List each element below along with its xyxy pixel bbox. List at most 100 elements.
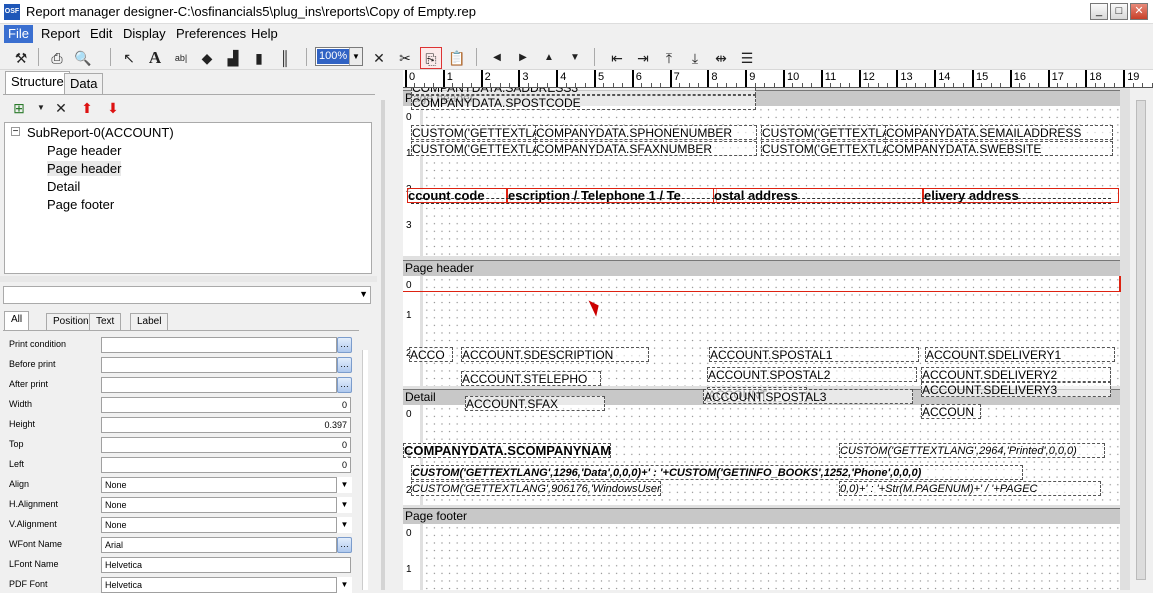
- report-field[interactable]: COMPANYDATA.SEMAILADDRESS: [885, 125, 1113, 140]
- move-down-icon[interactable]: ▼: [564, 47, 586, 69]
- separator-line[interactable]: [411, 198, 1111, 199]
- delete-section-icon[interactable]: ✕: [50, 97, 72, 119]
- report-field[interactable]: CUSTOM('GETTEXTLA: [411, 141, 536, 156]
- report-field[interactable]: ostal address: [713, 188, 923, 203]
- shape-tool-icon[interactable]: ◆: [196, 47, 218, 69]
- report-field[interactable]: ACCOUNT.SPOSTAL1: [709, 347, 919, 362]
- ellipsis-button[interactable]: …: [337, 377, 352, 393]
- move-up-icon[interactable]: ▲: [538, 47, 560, 69]
- designer-splitter[interactable]: [377, 70, 403, 590]
- report-field[interactable]: COMPANYDATA.SFAXNUMBER: [535, 141, 757, 156]
- band-header[interactable]: Page header: [403, 260, 1120, 276]
- move-right-icon[interactable]: ▶: [512, 47, 534, 69]
- minimize-button[interactable]: _: [1090, 3, 1108, 20]
- report-field[interactable]: ACCOUNT.SDELIVERY1: [925, 347, 1115, 362]
- menu-report[interactable]: Report: [37, 25, 84, 43]
- move-section-up-icon[interactable]: ⬆: [76, 97, 98, 119]
- report-field[interactable]: ACCOUNT.STELEPHO: [461, 371, 601, 386]
- collapse-icon[interactable]: −: [11, 127, 20, 137]
- menu-file[interactable]: File: [4, 25, 33, 43]
- print-preview-icon[interactable]: 🔍: [72, 47, 94, 69]
- move-section-down-icon[interactable]: ⬇: [102, 97, 124, 119]
- close-button[interactable]: ✕: [1130, 3, 1148, 20]
- menu-help[interactable]: Help: [247, 25, 282, 43]
- property-value[interactable]: 0: [101, 397, 351, 413]
- delete-icon[interactable]: ✕: [368, 47, 390, 69]
- report-field[interactable]: COMPANYDATA.SPOSTCODE: [411, 95, 756, 110]
- band-body[interactable]: [423, 524, 1120, 590]
- menu-preferences[interactable]: Preferences: [172, 25, 250, 43]
- report-field[interactable]: ACCOUNT.SDELIVERY3: [921, 382, 1111, 397]
- align-vcenter-icon[interactable]: ☰: [736, 47, 758, 69]
- menu-display[interactable]: Display: [119, 25, 170, 43]
- align-left-icon[interactable]: ⇤: [606, 47, 628, 69]
- report-field[interactable]: COMPANYDATA.SWEBSITE: [885, 141, 1113, 156]
- copy-icon[interactable]: ⎘: [420, 47, 442, 69]
- property-value[interactable]: 0.397: [101, 417, 351, 433]
- report-field[interactable]: ccount code: [407, 188, 507, 203]
- chevron-down-icon[interactable]: ▼: [359, 289, 368, 299]
- wizard-icon[interactable]: ⚒: [10, 47, 32, 69]
- canvas-scrollbar[interactable]: [1130, 88, 1153, 590]
- report-field[interactable]: CUSTOM('GETTEXTLA: [761, 125, 886, 140]
- image-tool-icon[interactable]: ▟: [222, 47, 244, 69]
- move-left-icon[interactable]: ◀: [486, 47, 508, 69]
- tree-root[interactable]: SubReport-0(ACCOUNT): [27, 125, 174, 140]
- align-bottom-icon[interactable]: ⤓: [684, 47, 706, 69]
- tree-item-detail[interactable]: Detail: [47, 179, 80, 194]
- expression-tool-icon[interactable]: ab|: [170, 47, 192, 69]
- ellipsis-button[interactable]: …: [337, 337, 352, 353]
- chevron-down-icon[interactable]: ▼: [349, 48, 362, 65]
- align-hcenter-icon[interactable]: ⇹: [710, 47, 732, 69]
- property-value[interactable]: [101, 377, 337, 393]
- property-value[interactable]: None: [101, 477, 337, 493]
- text-tool-icon[interactable]: A: [144, 47, 166, 69]
- property-value[interactable]: [101, 337, 337, 353]
- zoom-select[interactable]: 100% ▼: [315, 47, 363, 66]
- align-top-icon[interactable]: ⤒: [658, 47, 680, 69]
- chevron-down-icon[interactable]: ▼: [30, 97, 52, 119]
- properties-scrollbar[interactable]: [362, 350, 368, 590]
- menu-edit[interactable]: Edit: [86, 25, 116, 43]
- report-field[interactable]: 0,0)+' : '+Str(M.PAGENUM)+' / '+PAGEC: [839, 481, 1101, 496]
- property-value[interactable]: Helvetica: [101, 577, 337, 593]
- report-field[interactable]: ACCOUN: [921, 404, 981, 419]
- report-field[interactable]: ACCOUNT.SDESCRIPTION: [461, 347, 649, 362]
- tab-label[interactable]: Label: [130, 313, 169, 331]
- report-field[interactable]: COMPANYDATA.SPHONENUMBER: [535, 125, 757, 140]
- tab-text[interactable]: Text: [89, 313, 122, 331]
- report-field[interactable]: ACCOUNT.SPOSTAL2: [707, 367, 917, 382]
- report-field[interactable]: ACCO: [409, 347, 453, 362]
- object-selector[interactable]: ▼: [3, 286, 371, 304]
- report-field[interactable]: elivery address: [923, 188, 1119, 203]
- tab-structure[interactable]: Structure: [5, 71, 70, 95]
- panel-splitter[interactable]: [0, 276, 377, 282]
- tab-all[interactable]: All: [4, 311, 30, 331]
- property-value[interactable]: [101, 357, 337, 373]
- barcode-tool-icon[interactable]: ║: [274, 47, 296, 69]
- chevron-down-icon[interactable]: ▼: [337, 517, 352, 533]
- report-field[interactable]: CUSTOM('GETTEXTLANG',2964,'Printed',0,0,…: [839, 443, 1105, 458]
- select-arrow-icon[interactable]: ↖: [118, 47, 140, 69]
- ellipsis-button[interactable]: …: [337, 537, 352, 553]
- separator-line[interactable]: [411, 203, 1111, 204]
- property-value[interactable]: Arial: [101, 537, 337, 553]
- property-value[interactable]: None: [101, 517, 337, 533]
- report-field[interactable]: CUSTOM('GETTEXTLA: [761, 141, 886, 156]
- band-header[interactable]: Page footer: [403, 508, 1120, 524]
- property-value[interactable]: 0: [101, 437, 351, 453]
- tree-item-page-header-2[interactable]: Page header: [47, 161, 122, 176]
- report-field[interactable]: CUSTOM('GETTEXTLA: [411, 125, 536, 140]
- add-section-icon[interactable]: ⊞: [8, 97, 30, 119]
- property-value[interactable]: None: [101, 497, 337, 513]
- chevron-down-icon[interactable]: ▼: [337, 477, 352, 493]
- align-right-icon[interactable]: ⇥: [632, 47, 654, 69]
- report-field[interactable]: CUSTOM('GETTEXTLANG',906176,'WindowsUser…: [411, 481, 661, 496]
- report-field[interactable]: COMPANYDATA.SADDRESS3: [411, 88, 756, 95]
- paste-icon[interactable]: 📋: [446, 47, 468, 69]
- chevron-down-icon[interactable]: ▼: [337, 577, 352, 593]
- tree-item-page-footer[interactable]: Page footer: [47, 197, 114, 212]
- maximize-button[interactable]: □: [1110, 3, 1128, 20]
- cut-icon[interactable]: ✂: [394, 47, 416, 69]
- report-field[interactable]: ACCOUNT.SPOSTAL3: [703, 389, 913, 404]
